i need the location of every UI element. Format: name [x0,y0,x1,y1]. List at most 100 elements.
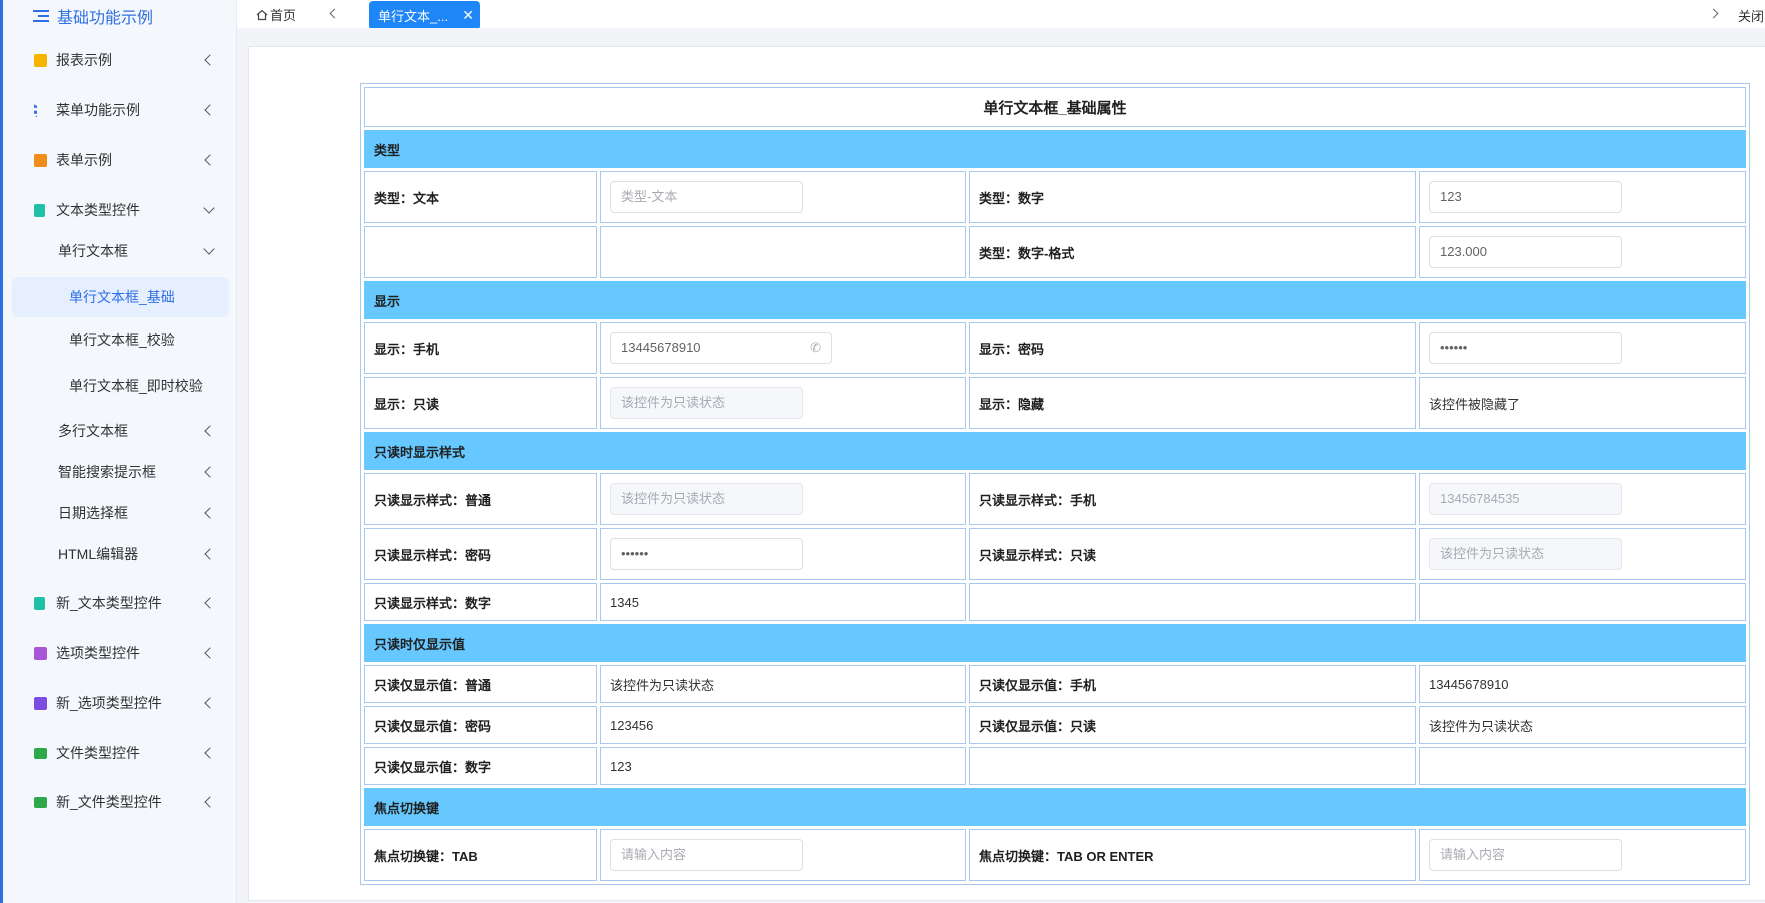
readonly-input: 该控件为只读状态 [610,387,803,419]
sidebar-item-label: 智能搜索提示框 [58,464,156,480]
section-header: 只读时仅显示值 [364,624,1747,662]
chevron-left-icon [204,154,216,166]
empty-cell [600,226,966,278]
sidebar-item-label: 文件类型控件 [56,745,140,761]
list-icon [34,103,47,117]
chevron-left-icon [204,104,216,116]
field-label: 显示：只读 [364,377,597,429]
sidebar-item-option-controls[interactable]: 选项类型控件 [3,635,233,671]
tab-label: 单行文本_... [378,9,449,24]
doc-icon [34,203,45,217]
field-label: 只读显示样式：密码 [364,528,597,580]
sidebar-item-label: 单行文本框_校验 [69,332,175,348]
field-label: 只读显示样式：只读 [969,528,1416,580]
sidebar-item-label: 表单示例 [56,152,112,168]
focus-tab-enter-input[interactable]: 请输入内容 [1429,839,1622,871]
readonly-normal-input: 该控件为只读状态 [610,483,803,515]
section-header: 焦点切换键 [364,788,1747,826]
value-text: 13445678910 [1419,665,1747,703]
sidebar-item-file-controls[interactable]: 文件类型控件 [3,735,233,771]
value-text: 该控件为只读状态 [600,665,966,703]
focus-tab-input[interactable]: 请输入内容 [610,839,803,871]
sidebar-item-html-editor[interactable]: HTML编辑器 [3,536,233,572]
sidebar-item-label: 日期选择框 [58,505,128,521]
chevron-left-icon [204,597,216,609]
checkbox-icon [34,696,47,710]
form-title: 单行文本框_基础属性 [364,87,1747,127]
sidebar-item-label: 多行文本框 [58,423,128,439]
field-label: 类型：文本 [364,171,597,223]
field-label: 显示：手机 [364,322,597,374]
phone-input[interactable]: 13445678910 ✆ [610,332,832,364]
sidebar-item-report[interactable]: 报表示例 [3,42,233,78]
type-text-input[interactable]: 类型-文本 [610,181,803,213]
sidebar-item-new-option-controls[interactable]: 新_选项类型控件 [3,685,233,721]
sidebar-item-label: 文本类型控件 [56,202,140,218]
checkbox-icon [34,646,47,660]
field-label: 只读显示样式：普通 [364,473,597,525]
folder-icon [34,747,47,759]
phone-value: 13445678910 [621,340,701,355]
chevron-left-icon [204,507,216,519]
sidebar-item-label: 新_文本类型控件 [56,595,162,611]
chevron-left-icon [204,466,216,478]
field-label: 焦点切换键：TAB OR ENTER [969,829,1416,881]
field-label: 只读仅显示值：只读 [969,706,1416,744]
sidebar-item-label: 选项类型控件 [56,645,140,661]
field-label: 类型：数字-格式 [969,226,1416,278]
chevron-left-icon [204,54,216,66]
readonly-number-value: 1345 [600,583,966,621]
field-label: 显示：密码 [969,322,1416,374]
sidebar-title[interactable]: 基础功能示例 [33,5,153,27]
sidebar-item-menu[interactable]: 菜单功能示例 [3,92,233,128]
chevron-left-icon [204,697,216,709]
empty-cell [969,583,1416,621]
doc-icon [34,596,45,610]
sidebar-item-new-text-controls[interactable]: 新_文本类型控件 [3,585,233,621]
sidebar-item-label: 报表示例 [56,52,112,68]
type-number-format-input[interactable]: 123.000 [1429,236,1622,268]
section-header: 只读时显示样式 [364,432,1747,470]
sidebar-item-multi-text[interactable]: 多行文本框 [3,413,233,449]
chevron-down-icon [203,202,215,214]
sidebar-item-label: 单行文本框 [58,243,128,259]
tab-home-label: 首页 [270,8,297,23]
sidebar-item-label: 单行文本框_即时校验 [69,378,203,394]
sidebar-item-label: 新_选项类型控件 [56,695,162,711]
close-tabs-button[interactable]: 关闭 [1738,6,1764,25]
sidebar-title-label: 基础功能示例 [57,10,154,27]
readonly-password-input: •••••• [610,538,803,570]
sidebar-item-single-text-basic[interactable]: 单行文本框_基础 [12,277,229,317]
password-input[interactable]: •••••• [1429,332,1622,364]
sidebar-item-single-text-instant[interactable]: 单行文本框_即时校验 [3,368,233,404]
section-header: 显示 [364,281,1747,319]
home-icon [256,9,268,20]
tab-single-text-basic[interactable]: 单行文本_... ✕ [369,1,480,30]
sidebar-item-single-text[interactable]: 单行文本框 [3,233,233,269]
field-label: 只读显示样式：手机 [969,473,1416,525]
empty-cell [1419,747,1747,785]
field-label: 只读仅显示值：手机 [969,665,1416,703]
sidebar-item-date-picker[interactable]: 日期选择框 [3,495,233,531]
section-header: 类型 [364,130,1747,168]
form-table: 单行文本框_基础属性 类型 类型：文本 类型-文本 类型：数字 123 类型：数… [360,83,1751,885]
field-label: 只读仅显示值：数字 [364,747,597,785]
readonly-phone-input: 13456784535 [1429,483,1622,515]
menu-list-icon [33,9,49,23]
empty-cell [364,226,597,278]
chart-icon [34,53,47,67]
sidebar-item-new-file-controls[interactable]: 新_文件类型控件 [3,784,233,820]
chevron-left-icon [204,747,216,759]
value-text: 该控件为只读状态 [1419,706,1747,744]
field-label: 只读仅显示值：密码 [364,706,597,744]
chevron-down-icon [203,243,215,255]
sidebar-item-smart-search[interactable]: 智能搜索提示框 [3,454,233,490]
sidebar-item-single-text-validate[interactable]: 单行文本框_校验 [3,322,233,358]
type-number-input[interactable]: 123 [1429,181,1622,213]
close-icon[interactable]: ✕ [462,7,474,24]
tab-home[interactable]: 首页 [256,5,296,24]
sidebar-item-form[interactable]: 表单示例 [3,142,233,178]
value-text: 123456 [600,706,966,744]
sidebar-item-text-controls[interactable]: 文本类型控件 [3,192,233,228]
sidebar-item-label: 新_文件类型控件 [56,794,162,810]
